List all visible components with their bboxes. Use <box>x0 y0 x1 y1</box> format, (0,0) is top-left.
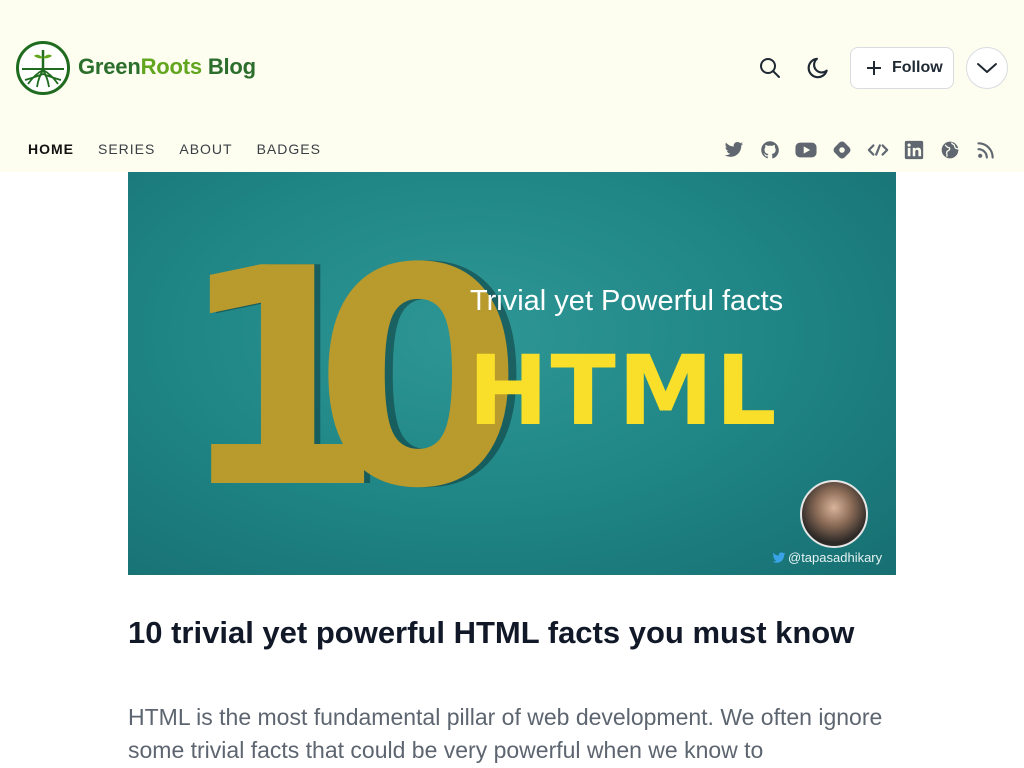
linkedin-icon[interactable] <box>902 138 926 162</box>
twitter-bird-icon <box>772 551 786 563</box>
moon-icon <box>807 57 828 79</box>
hashnode-icon[interactable] <box>830 138 854 162</box>
search-icon <box>760 58 780 78</box>
chevron-down-icon <box>977 63 997 73</box>
youtube-icon[interactable] <box>794 138 818 162</box>
author-handle: @tapasadhikary <box>772 550 882 565</box>
brand-part-blog: Blog <box>201 54 256 79</box>
post-cover-image[interactable]: 1 1 0 0 Trivial yet Powerful facts HTML … <box>128 172 896 575</box>
post-title[interactable]: 10 trivial yet powerful HTML facts you m… <box>128 614 896 652</box>
greenroots-logo[interactable] <box>16 41 70 95</box>
author-avatar <box>800 480 868 548</box>
site-header: GreenRoots Blog Follow HOME SERIES ABOUT… <box>0 0 1024 172</box>
dev-icon[interactable] <box>866 138 890 162</box>
blog-name[interactable]: GreenRoots Blog <box>78 54 256 80</box>
search-button[interactable] <box>749 47 791 89</box>
cover-headline: HTML <box>468 335 779 447</box>
author-handle-text: @tapasadhikary <box>788 550 883 565</box>
plus-icon <box>867 61 881 75</box>
nav-item-series[interactable]: SERIES <box>98 141 155 157</box>
post-excerpt: HTML is the most fundamental pillar of w… <box>128 704 883 763</box>
github-icon[interactable] <box>758 138 782 162</box>
follow-label: Follow <box>892 59 943 76</box>
cover-subtitle: Trivial yet Powerful facts <box>470 285 784 317</box>
theme-toggle-button[interactable] <box>797 47 839 89</box>
main-nav: HOME SERIES ABOUT BADGES <box>28 141 321 157</box>
social-links <box>722 138 998 162</box>
brand-part-roots: Roots <box>140 54 203 79</box>
more-menu-button[interactable] <box>966 47 1008 89</box>
follow-button[interactable]: Follow <box>850 47 954 89</box>
nav-item-home[interactable]: HOME <box>28 141 74 157</box>
nav-item-badges[interactable]: BADGES <box>257 141 321 157</box>
brand-part-green: Green <box>78 54 141 79</box>
globe-icon[interactable] <box>938 138 962 162</box>
twitter-icon[interactable] <box>722 138 746 162</box>
rss-icon[interactable] <box>974 138 998 162</box>
nav-item-about[interactable]: ABOUT <box>179 141 232 157</box>
